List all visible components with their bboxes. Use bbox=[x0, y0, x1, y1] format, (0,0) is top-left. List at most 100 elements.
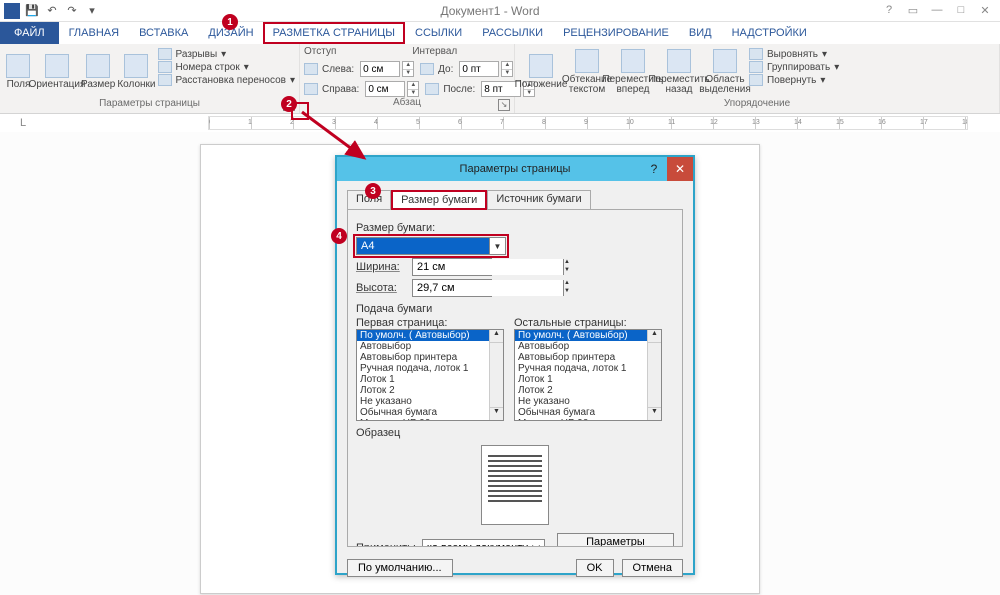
callout-1: 1 bbox=[222, 14, 238, 30]
first-page-listbox[interactable]: По умолч. ( Автовыбор) Автовыбор Автовыб… bbox=[356, 329, 504, 421]
ruler-row: L 0123456789101112131415161718 bbox=[0, 114, 1000, 132]
group-arrange: Положение Обтекание текстом Переместить … bbox=[515, 44, 1000, 113]
group-icon bbox=[749, 61, 763, 73]
other-pages-label: Остальные страницы: bbox=[514, 317, 662, 329]
page-setup-dialog: Параметры страницы ? ✕ Поля Размер бумаг… bbox=[335, 155, 695, 575]
rotate-icon bbox=[749, 74, 763, 86]
dialog-tab-source[interactable]: Источник бумаги bbox=[487, 190, 590, 210]
chevron-down-icon[interactable]: ▼ bbox=[489, 238, 505, 254]
feed-label: Подача бумаги bbox=[356, 303, 674, 315]
sample-label: Образец bbox=[356, 427, 674, 439]
selection-pane-button[interactable]: Область выделения bbox=[703, 46, 747, 98]
hyphenation-icon bbox=[158, 74, 172, 86]
title-bar: 💾 ↶ ↷ ▾ Документ1 - Word ? ▭ — □ ✕ bbox=[0, 0, 1000, 22]
group-paragraph: Отступ Интервал Слева: ▲▼ До: ▲▼ Справа:… bbox=[300, 44, 515, 113]
orientation-button[interactable]: Ориентация bbox=[35, 46, 79, 98]
other-pages-listbox[interactable]: По умолч. ( Автовыбор) Автовыбор Автовыб… bbox=[514, 329, 662, 421]
wrap-icon bbox=[575, 49, 599, 73]
ribbon-tabs: ФАЙЛ ГЛАВНАЯ ВСТАВКА ДИЗАЙН РАЗМЕТКА СТР… bbox=[0, 22, 1000, 44]
window-title: Документ1 - Word bbox=[100, 4, 880, 18]
spacing-header: Интервал bbox=[412, 46, 457, 57]
align-button[interactable]: Выровнять ▾ bbox=[749, 48, 839, 60]
dialog-title-bar[interactable]: Параметры страницы ? ✕ bbox=[337, 157, 693, 181]
height-label: Высота: bbox=[356, 282, 406, 294]
window-controls: ? ▭ — □ ✕ bbox=[880, 4, 1000, 17]
dialog-title: Параметры страницы bbox=[460, 163, 571, 175]
group-label-paragraph: Абзац↘ bbox=[304, 97, 510, 111]
group-label-arrange: Упорядочение bbox=[519, 98, 995, 111]
spacing-before-input[interactable]: ▲▼ bbox=[459, 61, 513, 77]
close-icon[interactable]: ✕ bbox=[976, 4, 994, 17]
hyphenation-button[interactable]: Расстановка переносов ▾ bbox=[158, 74, 295, 86]
save-icon[interactable]: 💾 bbox=[24, 3, 40, 19]
group-page-setup: Поля Ориентация Размер Колонки Разрывы ▾… bbox=[0, 44, 300, 113]
restore-icon[interactable]: □ bbox=[952, 4, 970, 17]
send-backward-button[interactable]: Переместить назад bbox=[657, 46, 701, 98]
forward-icon bbox=[621, 49, 645, 73]
width-label: Ширина: bbox=[356, 261, 406, 273]
quick-access-toolbar: 💾 ↶ ↷ ▾ bbox=[0, 3, 100, 19]
position-button[interactable]: Положение bbox=[519, 46, 563, 98]
cancel-button[interactable]: Отмена bbox=[622, 559, 683, 577]
position-icon bbox=[529, 54, 553, 78]
dialog-tab-paper[interactable]: Размер бумаги bbox=[391, 190, 487, 210]
callout-4: 4 bbox=[331, 228, 347, 244]
sample-preview bbox=[481, 445, 549, 525]
dialog-help-icon[interactable]: ? bbox=[641, 157, 667, 181]
paragraph-launcher[interactable]: ↘ bbox=[498, 99, 510, 111]
apply-to-select[interactable]: ко всему документу bbox=[422, 539, 545, 547]
qat-customize-icon[interactable]: ▾ bbox=[84, 3, 100, 19]
align-icon bbox=[749, 48, 763, 60]
rotate-button[interactable]: Повернуть ▾ bbox=[749, 74, 839, 86]
tab-review[interactable]: РЕЦЕНЗИРОВАНИЕ bbox=[553, 22, 679, 44]
paper-size-label: Размер бумаги: bbox=[356, 222, 674, 234]
print-options-button[interactable]: Параметры печати... bbox=[557, 533, 674, 547]
line-numbers-icon bbox=[158, 61, 172, 73]
tab-page-layout[interactable]: РАЗМЕТКА СТРАНИЦЫ bbox=[263, 22, 405, 44]
indent-left-input[interactable]: ▲▼ bbox=[360, 61, 414, 77]
margins-icon bbox=[6, 54, 30, 78]
dialog-close-icon[interactable]: ✕ bbox=[667, 157, 693, 181]
group-button[interactable]: Группировать ▾ bbox=[749, 61, 839, 73]
line-numbers-button[interactable]: Номера строк ▾ bbox=[158, 61, 295, 73]
breaks-button[interactable]: Разрывы ▾ bbox=[158, 48, 295, 60]
spacing-before-icon bbox=[420, 63, 434, 75]
help-icon[interactable]: ? bbox=[880, 4, 898, 17]
tab-home[interactable]: ГЛАВНАЯ bbox=[59, 22, 129, 44]
size-button[interactable]: Размер bbox=[81, 46, 115, 98]
default-button[interactable]: По умолчанию... bbox=[347, 559, 453, 577]
indent-left-icon bbox=[304, 63, 318, 75]
ribbon-options-icon[interactable]: ▭ bbox=[904, 4, 922, 17]
margins-button[interactable]: Поля bbox=[4, 46, 33, 98]
tab-references[interactable]: ССЫЛКИ bbox=[405, 22, 472, 44]
size-icon bbox=[86, 54, 110, 78]
columns-button[interactable]: Колонки bbox=[117, 46, 155, 98]
callout-2: 2 bbox=[281, 96, 297, 112]
vertical-ruler-label: L bbox=[20, 117, 28, 129]
tab-mailings[interactable]: РАССЫЛКИ bbox=[472, 22, 553, 44]
columns-icon bbox=[124, 54, 148, 78]
scrollbar[interactable]: ▲▼ bbox=[647, 330, 661, 420]
paper-size-combo[interactable]: A4 ▼ bbox=[356, 237, 506, 255]
width-input[interactable]: ▲▼ bbox=[412, 258, 492, 276]
horizontal-ruler[interactable]: 0123456789101112131415161718 bbox=[208, 116, 968, 130]
height-input[interactable]: ▲▼ bbox=[412, 279, 492, 297]
spacing-after-icon bbox=[425, 83, 439, 95]
orientation-icon bbox=[45, 54, 69, 78]
ok-button[interactable]: OK bbox=[576, 559, 614, 577]
minimize-icon[interactable]: — bbox=[928, 4, 946, 17]
undo-icon[interactable]: ↶ bbox=[44, 3, 60, 19]
word-icon bbox=[4, 3, 20, 19]
tab-view[interactable]: ВИД bbox=[679, 22, 722, 44]
dialog-footer: По умолчанию... OK Отмена bbox=[337, 555, 693, 585]
tab-addins[interactable]: НАДСТРОЙКИ bbox=[722, 22, 817, 44]
redo-icon[interactable]: ↷ bbox=[64, 3, 80, 19]
group-label-page-setup: Параметры страницы↘ bbox=[4, 98, 295, 111]
backward-icon bbox=[667, 49, 691, 73]
dialog-body: Размер бумаги: A4 ▼ Ширина: ▲▼ Высота: ▲… bbox=[347, 209, 683, 547]
indent-header: Отступ bbox=[304, 46, 336, 57]
scrollbar[interactable]: ▲▼ bbox=[489, 330, 503, 420]
tab-file[interactable]: ФАЙЛ bbox=[0, 22, 59, 44]
indent-right-input[interactable]: ▲▼ bbox=[365, 81, 419, 97]
tab-insert[interactable]: ВСТАВКА bbox=[129, 22, 198, 44]
